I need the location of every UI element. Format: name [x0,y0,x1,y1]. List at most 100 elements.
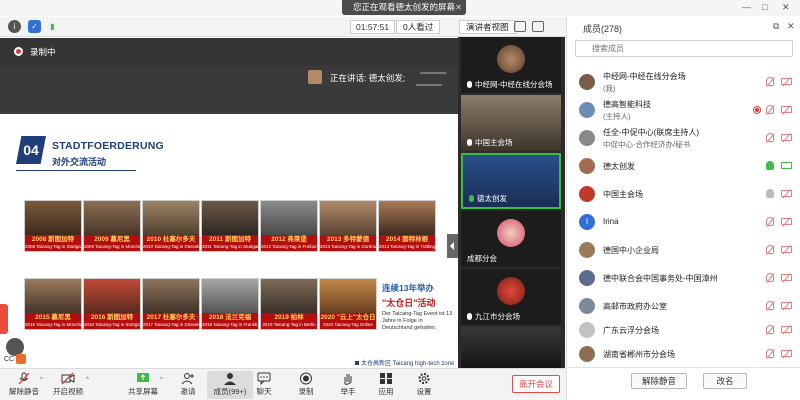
close-window-icon[interactable]: ✕ [782,2,790,13]
recording-bar: 录制中 [0,38,458,66]
unmute-label: 解除静音 [9,387,39,396]
share-banner-text: 您正在观看德太创发的屏幕 [352,2,455,12]
photo-caption: 2018 Taicang-Tag in Frankfurt [202,322,258,327]
rename-button[interactable]: 改名 [703,373,747,389]
camera-on-icon[interactable] [781,162,792,169]
view-mode-dropdown[interactable]: 演讲者视图 [459,20,516,34]
video-tile-active[interactable]: 德太创发 [461,153,561,209]
event-photo: 2015 慕尼黑 2015 Taicang-Tag in München [24,278,82,330]
grid-view-icon[interactable] [514,21,526,32]
maximize-icon[interactable]: □ [762,2,767,12]
mic-muted-icon[interactable] [766,325,774,334]
member-row[interactable]: 德太创发 [567,153,800,179]
member-row[interactable]: I Irina [567,209,800,235]
shield-icon[interactable]: ✓ [28,20,41,33]
camera-off-icon[interactable] [781,218,792,225]
camera-off-icon[interactable] [781,190,792,197]
record-button[interactable]: 录制 [284,371,328,399]
camera-off-icon [61,372,75,385]
minimize-icon[interactable]: — [742,2,751,12]
photo-label: 2017 杜塞尔多夫 [146,314,196,321]
mic-icon[interactable] [766,189,774,198]
camera-off-icon[interactable] [781,134,792,141]
member-row[interactable]: 高邮市政府办公室 [567,293,800,319]
member-row[interactable]: 广东云浮分会场 [567,317,800,343]
settings-button[interactable]: 设置 [402,371,446,399]
chevron-up-icon[interactable]: ^ [86,377,89,383]
video-tile[interactable]: 九江市分会场 [461,269,561,325]
sogou-icon [16,354,27,364]
camera-off-icon[interactable] [781,326,792,333]
mic-muted-icon[interactable] [766,217,774,226]
caption-toggle[interactable]: CC [4,354,38,366]
member-row[interactable]: 中国主会场 [567,181,800,207]
camera-off-icon[interactable] [781,350,792,357]
member-row[interactable]: 湖南省郴州市分会场 [567,341,800,367]
event-photo: 2017 杜塞尔多夫2017 Taicang-Tag in Düsseldorf [142,278,200,330]
shared-screen: 录制中 正在讲话: 德太创发; 04 STADTFOERDERUNG 对外交流活… [0,38,458,368]
chevron-up-icon[interactable]: ^ [40,377,43,383]
mic-muted-icon[interactable] [766,301,774,310]
video-tile[interactable] [461,327,561,368]
member-name: 广东云浮分会场 [603,326,659,335]
members-panel-title: 成员(278) [583,24,623,34]
left-edge-tab[interactable] [0,304,8,334]
member-row[interactable]: 中经网-中经在线分会场 (我) [567,69,800,95]
record-label: 录制 [298,387,314,396]
camera-off-icon[interactable] [781,274,792,281]
mic-muted-icon[interactable] [766,105,774,114]
event-photo: 2010 杜塞尔多夫2010 Taicang-Tag in Düsseldorf [142,200,200,252]
mic-muted-icon[interactable] [766,133,774,142]
camera-off-icon[interactable] [781,302,792,309]
camera-off-icon[interactable] [781,246,792,253]
camera-off-icon[interactable] [781,106,792,113]
chevron-up-icon[interactable]: ^ [160,377,163,383]
close-icon[interactable]: ✕ [455,0,462,15]
unmute-button[interactable]: 解除静音 [2,371,46,399]
camera-off-icon[interactable] [781,78,792,85]
member-row[interactable]: 德高智能科技 (主持人) [567,97,800,123]
member-row[interactable]: 德中联合会中国事务处-中国漳州 [567,265,800,291]
mic-muted-icon[interactable] [766,77,774,86]
fullscreen-icon[interactable] [532,21,544,32]
share-screen-label: 共享屏幕 [128,387,158,396]
invite-button[interactable]: 邀请 [166,371,210,399]
participant-avatar [497,45,525,73]
slide-footer: 太仓高新区 Taicang high-tech zone [355,358,454,367]
event-photo: 2014 图特林根 2014 Taicang-Tag in Tuttlingen [378,200,436,252]
video-tile[interactable]: 成都分会 [461,211,561,267]
chat-button[interactable]: 聊天 [242,371,286,399]
unmute-all-button[interactable]: 解除静音 [631,373,687,389]
member-row[interactable]: 德国中小企业局 [567,237,800,263]
video-tile[interactable]: 中国主会场 [461,95,561,151]
signal-icon[interactable]: ▮ [46,20,59,33]
collapse-strip-handle[interactable] [447,234,458,258]
event-photo: 2018 法兰克福 2018 Taicang-Tag in Frankfurt [201,278,259,330]
mic-muted-icon[interactable] [766,245,774,254]
slide-content: 04 STADTFOERDERUNG 对外交流活动 2008 斯图加特 2008 … [0,114,458,368]
invite-label: 邀请 [180,387,196,396]
member-search-input[interactable] [575,40,793,57]
member-role: (我) [603,84,616,93]
member-name: 德太创发 [603,162,635,171]
event-photo: 2009 慕尼黑 2009 Taicang-Tag in München [83,200,141,252]
photo-caption: 2017 Taicang-Tag in Düsseldorf [143,322,199,327]
share-screen-button[interactable]: 共享屏幕 [121,371,165,399]
photo-caption: 2008 Taicang-Tag in Stuttgart [25,244,81,249]
screen-share-banner: 您正在观看德太创发的屏幕 ✕ [342,0,466,15]
mic-muted-icon[interactable] [766,349,774,358]
mic-icon [469,195,474,202]
close-panel-icon[interactable]: ✕ [787,21,795,32]
chat-icon [257,372,271,385]
video-tile[interactable]: 中经网-中经在线分会场 [461,37,561,93]
mic-active-icon[interactable] [766,161,774,170]
slide-logo-icon [415,72,447,86]
popout-icon[interactable]: ⧉ [773,21,779,32]
info-icon[interactable]: i [8,20,21,33]
start-video-button[interactable]: 开启视频 [46,371,90,399]
leave-meeting-button[interactable]: 离开会议 [512,375,560,393]
event-photo: 2020 "云上"太仓日 2020 Taicang-Tag Online [319,278,377,330]
viewer-count[interactable]: 0人看过 [396,20,441,34]
member-row[interactable]: 任全-中促中心(联席主持人) 中促中心-合作经济办/秘书 [567,125,800,151]
mic-muted-icon[interactable] [766,273,774,282]
